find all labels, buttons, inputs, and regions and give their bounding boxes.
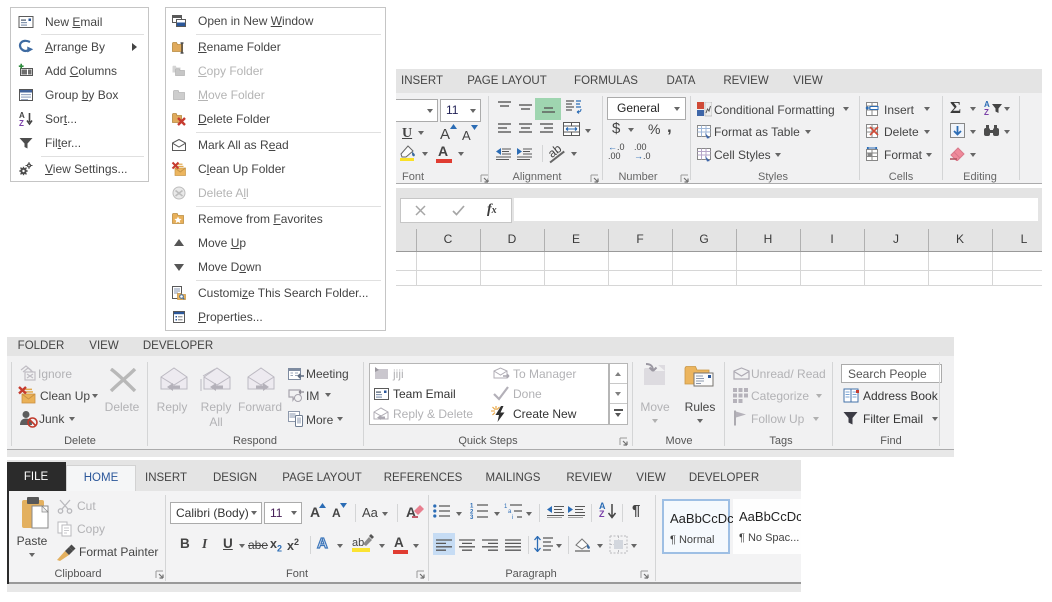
- svg-text:3: 3: [470, 515, 474, 519]
- svg-text:ab: ab: [352, 537, 364, 549]
- svg-text:Z: Z: [19, 119, 24, 127]
- svg-text:i: i: [512, 515, 513, 519]
